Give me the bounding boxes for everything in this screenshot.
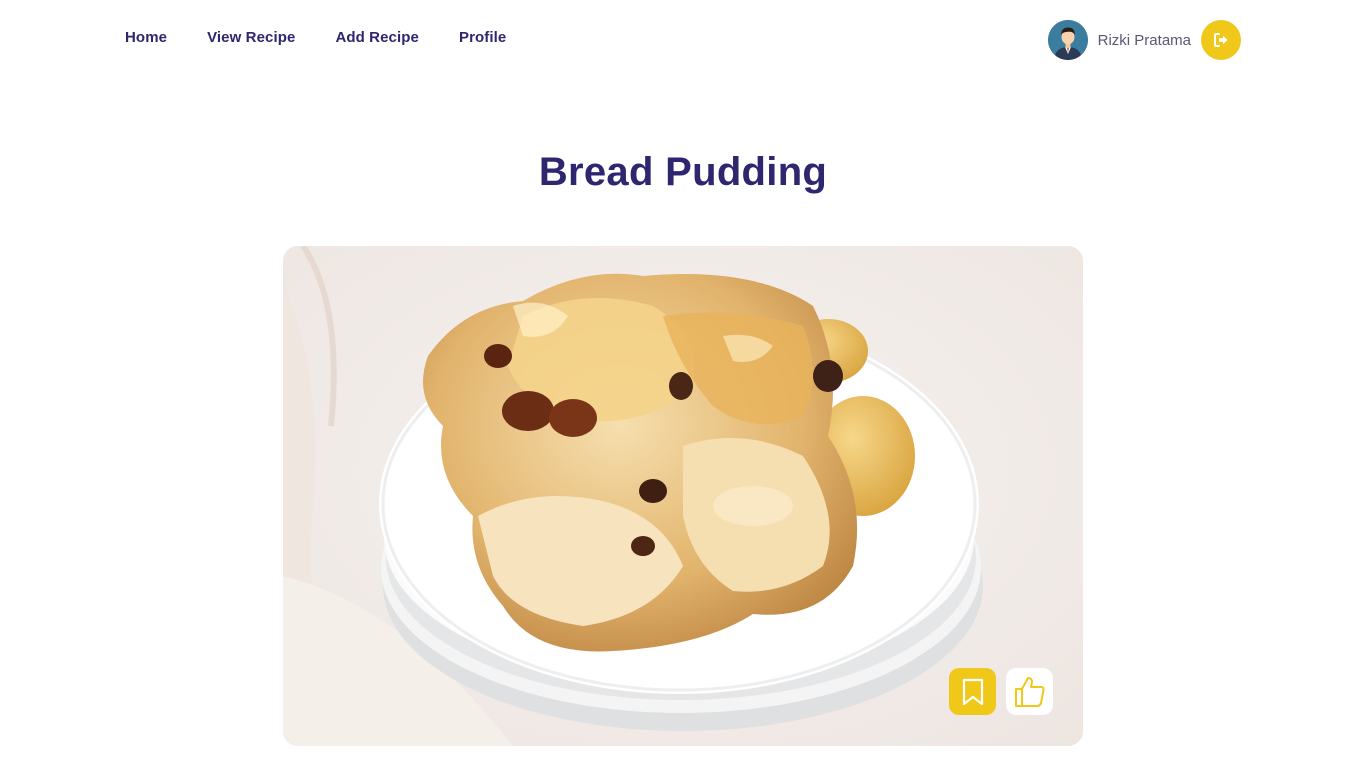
bookmark-icon [962, 678, 983, 705]
user-avatar[interactable] [1047, 20, 1088, 60]
thumbs-up-icon [1014, 676, 1045, 707]
nav-profile-link[interactable]: Profile [459, 29, 506, 46]
nav-view-recipe-link[interactable]: View Recipe [207, 29, 295, 46]
user-name: Rizki Pratama [1097, 31, 1191, 49]
save-recipe-button[interactable] [949, 668, 996, 715]
recipe-title: Bread Pudding [538, 150, 828, 194]
nav-links: Home View Recipe Add Recipe Profile [125, 29, 506, 46]
like-recipe-button[interactable] [1006, 668, 1053, 715]
recipe-image [283, 246, 1083, 746]
logout-icon [1214, 33, 1228, 47]
logout-button[interactable] [1201, 20, 1241, 60]
nav-home-link[interactable]: Home [125, 29, 167, 46]
top-navigation: Home View Recipe Add Recipe Profile Rizk… [0, 0, 1366, 80]
avatar-person-icon [1047, 20, 1088, 60]
user-area: Rizki Pratama [1047, 20, 1241, 60]
nav-add-recipe-link[interactable]: Add Recipe [335, 29, 419, 46]
